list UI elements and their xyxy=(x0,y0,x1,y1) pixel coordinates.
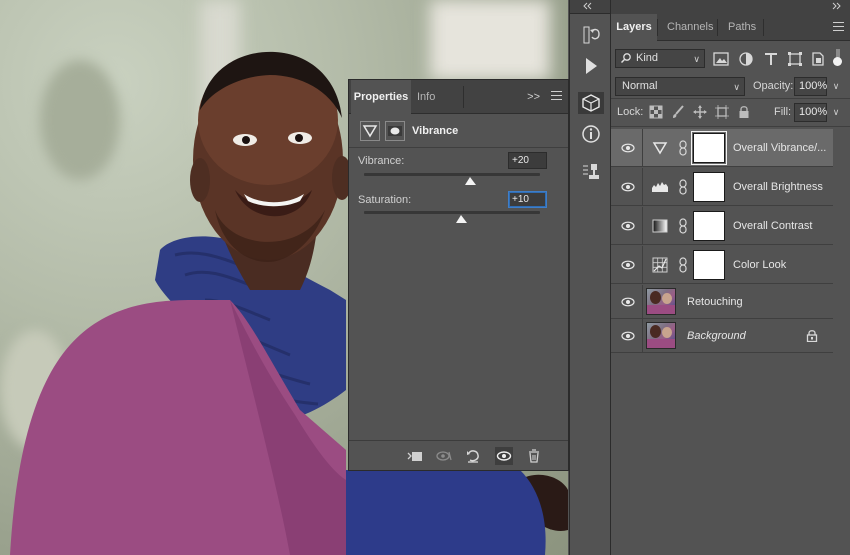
panel-menu-icon[interactable] xyxy=(551,91,562,102)
history-icon[interactable] xyxy=(578,24,604,46)
lock-label: Lock: xyxy=(617,106,644,118)
tab-info[interactable]: Info xyxy=(417,80,435,114)
chevron-down-icon: ∨ xyxy=(733,82,740,92)
visibility-eye-icon[interactable] xyxy=(621,182,635,192)
layer-filter-select[interactable]: Kind ∨ xyxy=(615,49,705,68)
opacity-input[interactable]: 100% ∨ xyxy=(794,77,839,96)
vibrance-adjustment-icon[interactable] xyxy=(360,121,380,141)
layer-name: Overall Contrast xyxy=(733,220,813,232)
vibrance-slider-thumb[interactable] xyxy=(464,177,476,185)
view-previous-state-icon[interactable] xyxy=(435,447,453,465)
lock-transparent-pixels-icon[interactable] xyxy=(649,105,663,119)
tab-channels[interactable]: Channels xyxy=(667,14,713,41)
link-chain-icon[interactable] xyxy=(678,140,688,156)
3d-cube-icon[interactable] xyxy=(578,92,604,114)
saturation-value-input[interactable]: +10 xyxy=(508,191,547,208)
reset-icon[interactable] xyxy=(464,447,482,465)
properties-panel: Properties Info >> Vibrance Vibrance: +2… xyxy=(348,79,569,471)
lock-icon xyxy=(806,330,818,342)
vibrance-label: Vibrance: xyxy=(358,155,405,167)
saturation-slider-thumb[interactable] xyxy=(455,215,467,223)
collapse-chevron-icon[interactable] xyxy=(570,0,610,12)
layer-name: Overall Vibrance/... xyxy=(733,142,827,154)
fill-value: 100% xyxy=(799,106,828,118)
opacity-value: 100% xyxy=(799,80,828,92)
filter-shape-icon[interactable] xyxy=(786,51,804,67)
layer-mask-thumbnail[interactable] xyxy=(691,131,727,165)
properties-tab-bar: Properties Info >> xyxy=(349,80,568,114)
chevron-down-icon[interactable]: ∨ xyxy=(828,78,844,95)
visibility-eye-icon[interactable] xyxy=(621,331,635,341)
tab-layers[interactable]: Layers xyxy=(611,14,657,41)
chevron-down-icon: ∨ xyxy=(693,54,700,64)
clip-to-layer-icon[interactable] xyxy=(406,447,424,465)
adjustment-header: Vibrance xyxy=(349,114,568,148)
layer-filter-value: Kind xyxy=(636,52,659,64)
fill-input[interactable]: 100% ∨ xyxy=(794,103,839,122)
filter-smart-object-icon[interactable] xyxy=(809,51,827,67)
collapse-chevron-icon[interactable] xyxy=(611,0,850,12)
layer-mask-thumbnail[interactable] xyxy=(693,172,725,202)
blend-mode-select[interactable]: Normal ∨ xyxy=(615,77,745,96)
tab-paths[interactable]: Paths xyxy=(728,14,756,41)
layer-name: Color Look xyxy=(733,259,787,271)
layers-tab-bar: Layers Channels Paths xyxy=(611,14,850,41)
properties-icon[interactable] xyxy=(578,161,604,183)
lock-artboard-icon[interactable] xyxy=(715,105,729,119)
saturation-label: Saturation: xyxy=(358,194,412,206)
layer-mask-thumbnail[interactable] xyxy=(693,250,725,280)
panel-menu-icon[interactable] xyxy=(833,22,844,31)
layer-row[interactable]: Retouching xyxy=(611,285,833,319)
tab-properties[interactable]: Properties xyxy=(351,80,411,114)
layer-thumbnail[interactable] xyxy=(646,288,676,315)
link-chain-icon[interactable] xyxy=(678,257,688,273)
collapse-panel-button[interactable]: >> xyxy=(527,80,540,114)
gradient-map-adjustment-icon[interactable] xyxy=(651,217,669,235)
vibrance-slider-track[interactable] xyxy=(364,173,540,185)
levels-adjustment-icon[interactable] xyxy=(651,178,669,196)
adjustment-title: Vibrance xyxy=(412,125,459,137)
filter-toggle[interactable] xyxy=(833,49,843,69)
layer-row[interactable]: Overall Contrast xyxy=(611,207,833,245)
layer-row[interactable]: Overall Brightness xyxy=(611,168,833,206)
chevron-down-icon[interactable]: ∨ xyxy=(828,104,844,121)
visibility-eye-icon[interactable] xyxy=(621,297,635,307)
visibility-eye-icon[interactable] xyxy=(621,260,635,270)
lock-image-pixels-icon[interactable] xyxy=(671,105,685,119)
layer-thumbnail[interactable] xyxy=(646,322,676,349)
layer-mask-icon[interactable] xyxy=(385,121,405,141)
lock-position-icon[interactable] xyxy=(693,105,707,119)
layer-row[interactable]: Overall Vibrance/... xyxy=(611,129,833,167)
vibrance-value-input[interactable]: +20 xyxy=(508,152,547,169)
layer-name: Retouching xyxy=(687,296,743,308)
visibility-icon[interactable] xyxy=(495,447,513,465)
saturation-slider-track[interactable] xyxy=(364,211,540,223)
panel-icon-strip xyxy=(569,0,611,555)
blend-mode-value: Normal xyxy=(622,80,658,92)
trash-icon[interactable] xyxy=(525,447,543,465)
filter-type-icon[interactable] xyxy=(762,51,780,67)
link-chain-icon[interactable] xyxy=(678,218,688,234)
layers-panel: Layers Channels Paths Kind ∨ Normal ∨ Op… xyxy=(611,0,850,555)
fill-label: Fill: xyxy=(774,106,792,118)
filter-pixel-icon[interactable] xyxy=(712,51,730,67)
layer-row[interactable]: Color Look xyxy=(611,246,833,284)
layer-name: Overall Brightness xyxy=(733,181,823,193)
vibrance-adjustment-icon[interactable] xyxy=(651,139,669,157)
search-icon xyxy=(620,53,631,64)
visibility-eye-icon[interactable] xyxy=(621,143,635,153)
visibility-eye-icon[interactable] xyxy=(621,221,635,231)
opacity-label: Opacity: xyxy=(753,80,794,92)
filter-adjustment-icon[interactable] xyxy=(737,51,755,67)
lock-all-icon[interactable] xyxy=(737,105,751,119)
info-icon[interactable] xyxy=(578,123,604,145)
link-chain-icon[interactable] xyxy=(678,179,688,195)
layer-mask-thumbnail[interactable] xyxy=(693,211,725,241)
layer-row[interactable]: Background xyxy=(611,319,833,353)
layer-name: Background xyxy=(687,330,746,342)
color-lookup-adjustment-icon[interactable] xyxy=(651,256,669,274)
properties-footer xyxy=(349,440,568,470)
actions-play-icon[interactable] xyxy=(578,55,604,77)
